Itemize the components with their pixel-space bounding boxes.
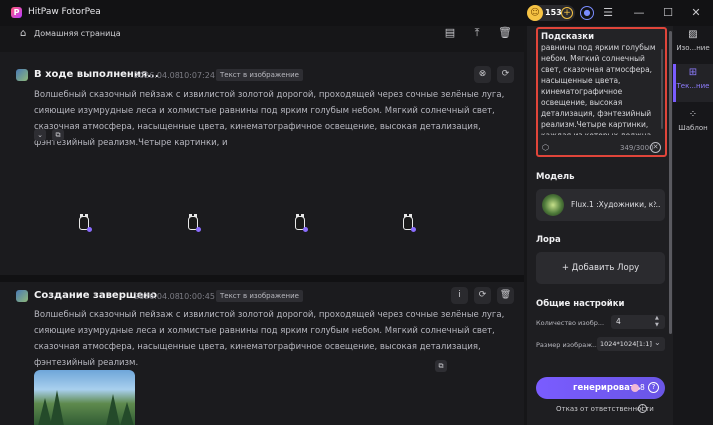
info-icon[interactable]: i [451,287,468,304]
card-thumbnail [16,290,28,302]
app-title: HitPaw FotorPea [28,7,101,17]
trash-icon[interactable]: 🗑 [497,287,514,304]
card-time: 10:00:45 [179,292,215,301]
card-tag: Текст в изображение [216,69,303,81]
text-image-icon: ⊞ [688,67,698,78]
image-count-stepper[interactable]: 4 ▲ ▼ [611,315,665,329]
stepper-arrows-icon[interactable]: ▲ ▼ [655,315,659,329]
add-credits-button[interactable]: + [561,7,573,19]
chevron-right-icon: › [653,198,657,209]
retry-icon[interactable]: ⟳ [474,287,491,304]
settings-label: Общие настройки [536,299,625,309]
close-button[interactable]: ✕ [689,6,703,20]
home-link[interactable]: Домашняя страница [34,29,121,38]
mode-sidebar: ▨ Изо...ние ⊞ Тек...ние ⁘ Шаблон [673,26,713,425]
lora-label: Лора [536,235,561,245]
prompt-textarea[interactable]: равнины под ярким голубым небом. Мягкий … [541,42,659,135]
generate-button[interactable]: генерировать 8 ? [536,377,665,399]
menu-icon[interactable]: ☰ [601,6,615,20]
generation-panel: Подсказки равнины под ярким голубым небо… [527,26,673,425]
trash-icon[interactable]: 🗑 [498,26,512,40]
cube-icon[interactable]: ⬡ [542,143,549,152]
prompt-label: Подсказки [541,32,595,42]
credits-badge[interactable]: ☺ 153 + [527,5,575,21]
image-size-label: Размер изображ... [536,341,599,349]
user-icon[interactable]: ● [580,6,594,20]
history-card-in-progress: В ходе выполнения... 2026.04.08 10:07:24… [0,52,524,275]
image-size-select[interactable]: 1024*1024[1:1] ⌄ [597,337,665,351]
retry-icon[interactable]: ⟳ [497,66,514,83]
coin-icon [631,384,639,392]
maximize-button[interactable]: ☐ [661,6,675,20]
panel-scrollbar[interactable] [669,31,672,334]
card-thumbnail [16,69,28,81]
coin-icon: ☺ [527,5,543,21]
loading-icon [186,214,201,232]
chevron-down-icon: ⌄ [654,338,661,347]
copy-icon[interactable]: ⧉ [435,360,447,372]
card-tag: Текст в изображение [216,290,303,302]
active-indicator [673,64,676,102]
prompt-scrollbar[interactable] [661,49,663,129]
image-count-value: 4 [616,317,621,326]
expand-icon[interactable]: ⌄ [34,129,46,141]
sidebar-item-image[interactable]: ▨ Изо...ние [673,26,713,64]
template-icon: ⁘ [688,109,698,120]
result-image[interactable] [34,370,135,425]
loading-icon [77,214,92,232]
info-icon[interactable]: i [638,404,647,413]
main-area: ⌂ Домашняя страница ▤ ⤒ 🗑 В ходе выполне… [0,26,527,425]
help-icon[interactable]: ? [648,382,659,393]
title-bar: P HitPaw FotorPea ☺ 153 + ● ☰ — ☐ ✕ [0,0,713,26]
image-size-value: 1024*1024[1:1] [600,340,652,348]
sidebar-item-label: Шаблон [678,124,708,132]
book-icon[interactable]: ▤ [443,26,457,40]
add-lora-button[interactable]: + Добавить Лору [536,252,665,284]
model-name: Flux.1 :Художники, к... [571,200,661,209]
card-date: 2026.04.08 [134,292,180,301]
loading-icon [401,214,416,232]
prompt-box[interactable]: Подсказки равнины под ярким голубым небо… [536,27,667,157]
image-icon: ▨ [688,29,698,40]
home-icon[interactable]: ⌂ [20,28,26,39]
nav-bar: ⌂ Домашняя страница ▤ ⤒ 🗑 [0,26,527,42]
sidebar-item-label: Тек...ние [676,82,710,90]
upload-icon[interactable]: ⤒ [470,26,484,40]
sidebar-item-label: Изо...ние [676,44,710,52]
model-label: Модель [536,172,575,182]
generate-cost: 8 [640,383,645,392]
minimize-button[interactable]: — [632,6,646,20]
loading-icon [293,214,308,232]
model-selector[interactable]: Flux.1 :Художники, к... › [536,189,665,221]
app-logo: P [11,7,22,18]
cancel-icon[interactable]: ⊗ [474,66,491,83]
copy-icon[interactable]: ⧉ [52,129,64,141]
sidebar-item-text[interactable]: ⊞ Тек...ние [673,64,713,102]
card-time: 10:07:24 [179,71,215,80]
sidebar-item-template[interactable]: ⁘ Шаблон [673,106,713,144]
image-count-label: Количество изобр... [536,319,605,327]
card-separator [0,275,524,282]
model-thumbnail [542,194,564,216]
card-date: 2026.04.08 [134,71,180,80]
prompt-char-count: 349/3000 [620,144,654,152]
credits-count: 153 [545,8,562,17]
card-prompt-text: Волшебный сказочный пейзаж с извилистой … [34,90,505,148]
clear-prompt-icon[interactable]: ✕ [650,142,661,153]
